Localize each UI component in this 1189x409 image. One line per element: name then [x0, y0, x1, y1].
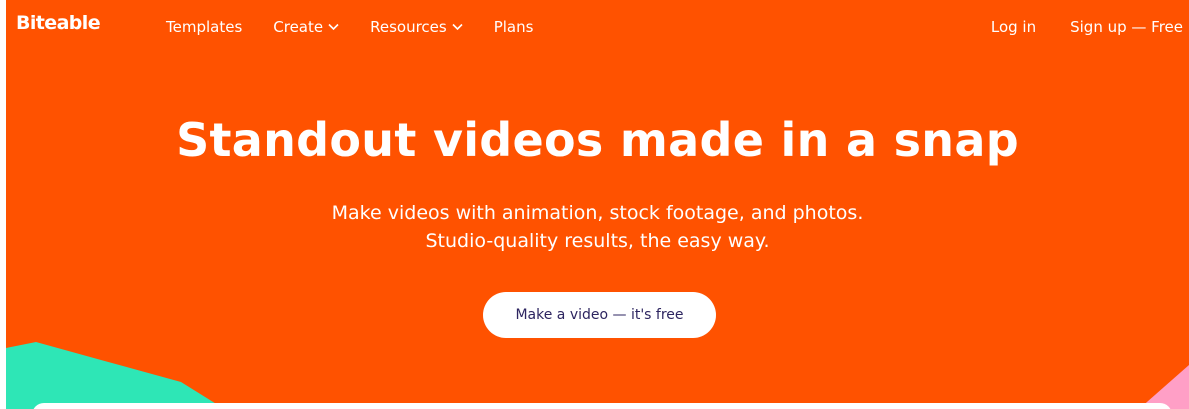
hero-subline-1: Make videos with animation, stock footag… [331, 202, 864, 224]
hero-headline: Standout videos made in a snap [176, 113, 1019, 167]
signup-link[interactable]: Sign up — Free [1070, 17, 1183, 37]
chevron-down-icon [328, 23, 339, 31]
content-panel-edge [32, 403, 1172, 409]
page: Biteable Templates Create Resources Plan… [0, 0, 1189, 409]
make-video-button[interactable]: Make a video — it's free [483, 292, 716, 338]
login-link[interactable]: Log in [991, 17, 1036, 37]
teal-shape-decoration [6, 342, 225, 409]
hero-section: Biteable Templates Create Resources Plan… [6, 0, 1189, 409]
nav-item-create[interactable]: Create [273, 17, 339, 37]
auth-nav: Log in Sign up — Free [957, 17, 1183, 37]
biteable-logo[interactable]: Biteable [16, 14, 101, 33]
nav-item-plans[interactable]: Plans [494, 17, 534, 37]
nav-item-resources[interactable]: Resources [370, 17, 463, 37]
chevron-down-icon [452, 23, 463, 31]
hero-subline-2: Studio-quality results, the easy way. [425, 230, 770, 252]
main-nav: Templates Create Resources Plans [166, 17, 564, 37]
nav-item-label: Plans [493, 18, 534, 36]
nav-item-templates[interactable]: Templates [166, 17, 242, 37]
nav-item-label: Templates [166, 18, 243, 36]
nav-item-label: Resources [370, 18, 447, 36]
nav-item-label: Create [273, 18, 324, 36]
